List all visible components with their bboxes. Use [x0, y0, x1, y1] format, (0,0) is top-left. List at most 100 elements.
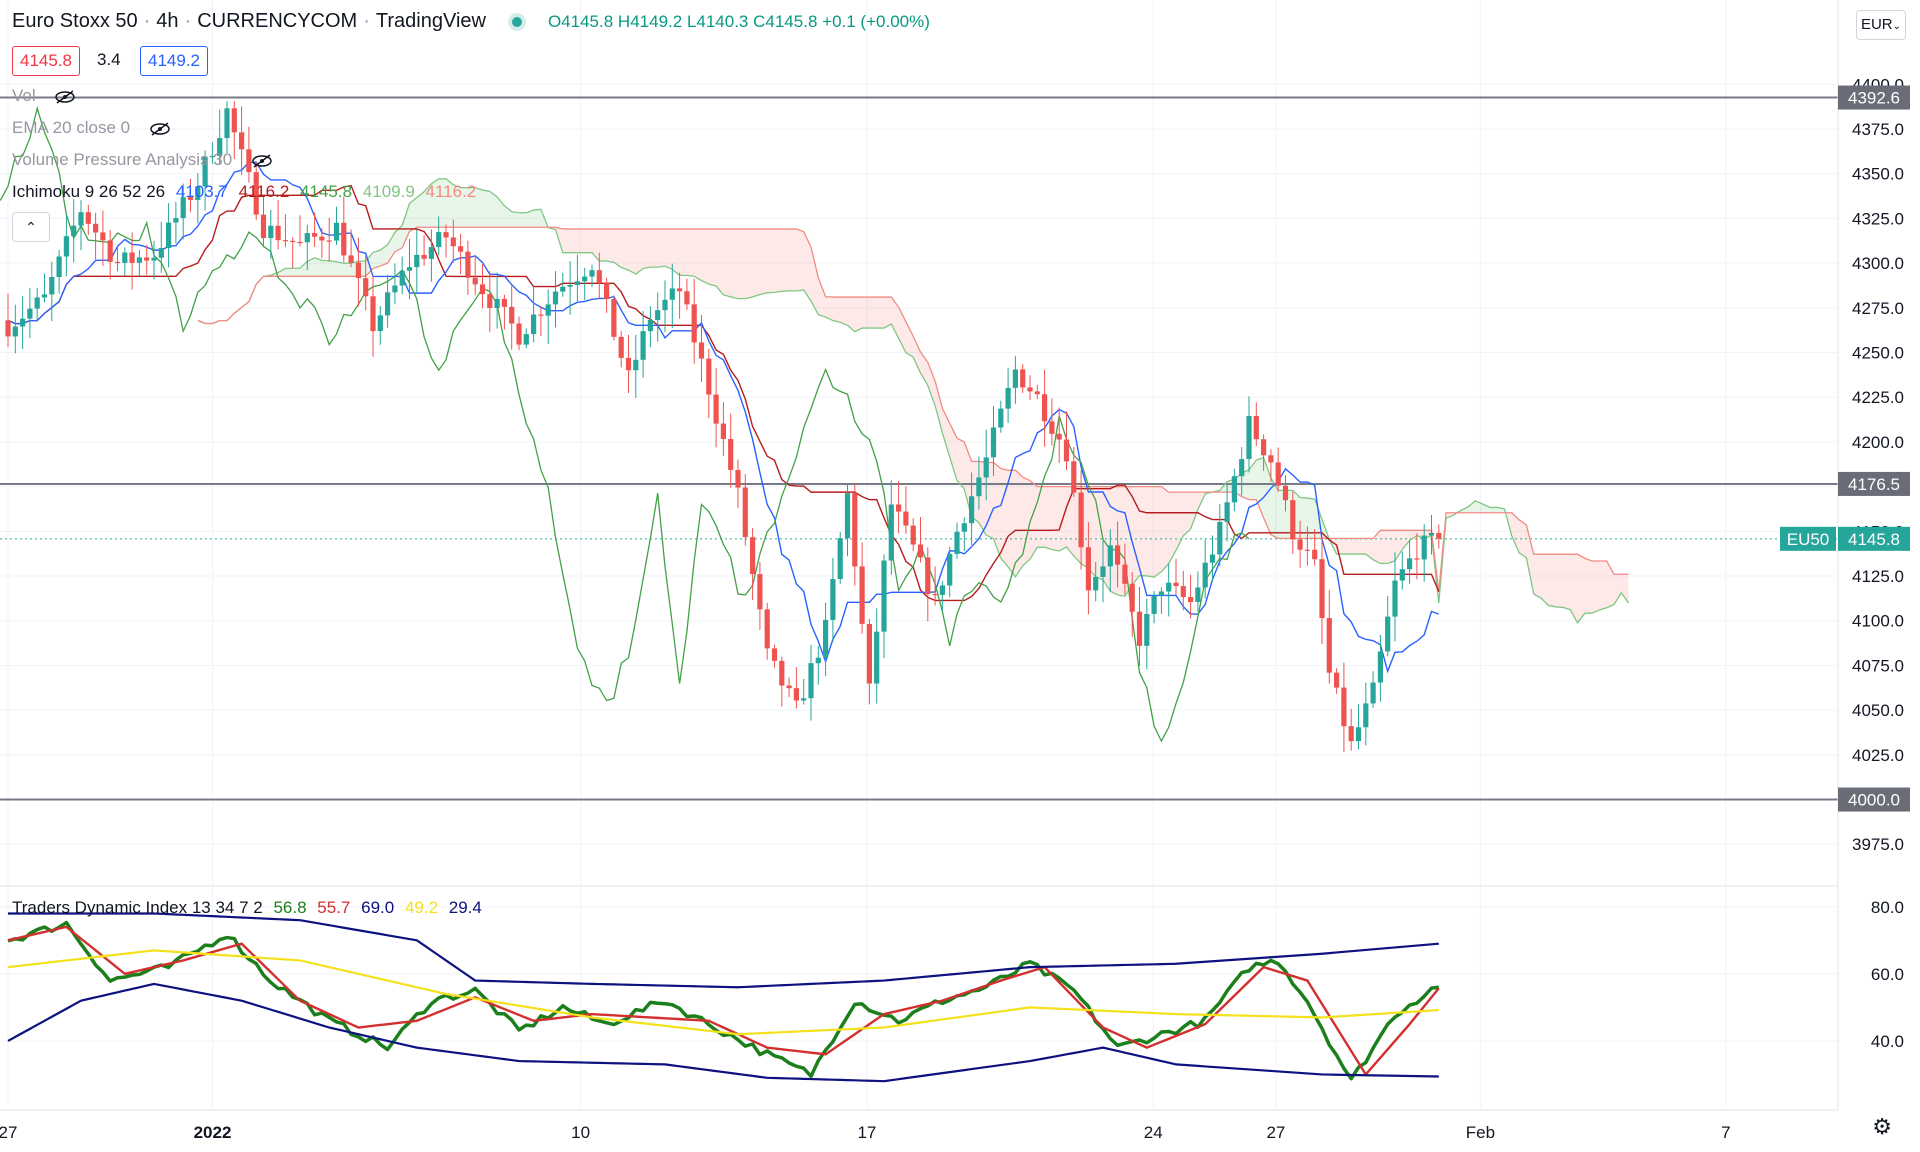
tdi-pane: [7, 912, 1440, 1083]
candle-body: [1129, 583, 1135, 612]
interval[interactable]: 4h: [156, 10, 178, 33]
price-tick-label: 4225.0: [1852, 388, 1904, 407]
candle-body: [63, 236, 69, 257]
price-tick-label: 4250.0: [1852, 344, 1904, 363]
sell-price-box[interactable]: 4145.8: [12, 46, 80, 76]
candle-body: [655, 310, 661, 321]
grid: [0, 0, 1838, 1108]
candle-body: [531, 314, 537, 335]
candle-body: [771, 648, 778, 661]
legend-vol[interactable]: Vol: [12, 86, 76, 106]
candle-body: [1063, 439, 1070, 462]
cloud-segment: [329, 260, 337, 277]
candle-body: [1217, 521, 1223, 555]
collapse-legend-button[interactable]: ⌃: [12, 212, 50, 242]
price-tick-label: 4050.0: [1852, 701, 1904, 720]
ohlc-readout: O4145.8 H4149.2 L4140.3 C4145.8 +0.1 (+0…: [548, 12, 930, 32]
candle-body: [1385, 616, 1391, 652]
horizontal-levels[interactable]: [0, 96, 1838, 801]
candle-body: [1042, 394, 1048, 422]
tdi-value-rsi: 56.8: [273, 898, 307, 917]
cloud-segment: [336, 261, 344, 277]
candle-body: [129, 252, 135, 263]
candle-body: [224, 108, 230, 139]
candle-body: [501, 298, 507, 307]
cloud-segment: [1548, 554, 1556, 607]
candle-body: [808, 663, 814, 699]
cloud-segment: [599, 228, 607, 262]
cloud-segment: [1592, 560, 1600, 614]
legend-ema-label: EMA 20 close 0: [12, 118, 131, 137]
candle-body: [1100, 566, 1106, 577]
candle-body: [728, 439, 734, 470]
price-tick-label: 4075.0: [1852, 656, 1904, 675]
cloud-segment: [1139, 486, 1147, 576]
buy-price-box[interactable]: 4149.2: [140, 46, 208, 76]
gear-icon[interactable]: ⚙: [1872, 1114, 1892, 1140]
legend-vpa[interactable]: Volume Pressure Analysis 30: [12, 150, 273, 170]
legend-ichimoku[interactable]: Ichimoku 9 26 52 26 4103.7 4116.2 4145.8…: [12, 182, 482, 202]
currency-label: EUR: [1860, 16, 1893, 33]
cloud-segment: [862, 297, 870, 329]
candle-body: [1144, 613, 1150, 646]
indicator-lines: [0, 105, 1630, 743]
cloud-segment: [1037, 486, 1045, 548]
candle-body: [1239, 459, 1245, 477]
senkou-span-a: [197, 178, 1630, 624]
legend-ema[interactable]: EMA 20 close 0: [12, 118, 171, 138]
candle-body: [436, 232, 442, 248]
cloud-segment: [1146, 486, 1155, 578]
ichimoku-value-senkou-a: 4109.9: [362, 182, 415, 201]
candle-body: [1231, 476, 1237, 503]
symbol-name[interactable]: Euro Stoxx 50: [12, 10, 138, 33]
chevron-up-icon: ⌃: [25, 219, 37, 235]
cloud-segment: [1110, 486, 1118, 595]
candle-body: [385, 292, 391, 316]
candle-body: [107, 240, 113, 262]
cloud-segment: [1387, 530, 1395, 564]
time-tick-label: 7: [1721, 1123, 1730, 1142]
cloud-segment: [511, 211, 519, 228]
cloud-segment: [292, 268, 300, 277]
price-tick-label: 3975.0: [1852, 835, 1904, 854]
cloud-segment: [1533, 554, 1541, 599]
candle-body: [1122, 564, 1128, 584]
candle-body: [1275, 462, 1281, 486]
candle-body: [297, 241, 303, 244]
level-price-tag-label: 4392.6: [1848, 89, 1900, 108]
cloud-segment: [1008, 470, 1016, 577]
price-tick-label: 4300.0: [1852, 254, 1904, 273]
candle-body: [735, 469, 741, 488]
candle-body: [786, 685, 792, 689]
candle-body: [12, 326, 18, 337]
cloud-segment: [913, 336, 921, 373]
candle-body: [239, 132, 245, 150]
candle-body: [428, 247, 434, 259]
eye-slash-icon[interactable]: [149, 121, 171, 136]
candle-body: [1005, 387, 1011, 409]
candle-body: [85, 212, 91, 224]
candle-body: [618, 336, 624, 358]
legend-tdi[interactable]: Traders Dynamic Index 13 34 7 2 56.8 55.…: [12, 898, 488, 918]
candle-body: [1377, 651, 1383, 683]
candle-body: [414, 254, 420, 268]
ohlc-close: C4145.8: [753, 11, 818, 31]
eye-slash-icon[interactable]: [54, 89, 76, 104]
ohlc-open: O4145.8: [547, 11, 614, 31]
cloud-segment: [650, 228, 658, 268]
cloud-segment: [1358, 538, 1366, 555]
chart-header: Euro Stoxx 50 · 4h · CURRENCYCOM · Tradi…: [12, 10, 930, 33]
cloud-segment: [818, 277, 826, 318]
candle-body: [874, 631, 880, 684]
spread-value: 3.4: [97, 50, 121, 69]
ichimoku-value-senkou-b: 4116.2: [425, 182, 477, 201]
cloud-segment: [373, 250, 381, 269]
candle-body: [983, 457, 989, 478]
candle-body: [20, 318, 26, 327]
candle-body: [896, 504, 902, 512]
eye-slash-icon[interactable]: [251, 153, 273, 168]
currency-select[interactable]: EUR⌄: [1856, 10, 1906, 40]
chart-canvas[interactable]: 3975.0 4000.0 4025.0 4050.0 4075.0 4100.0 4125…: [0, 0, 1920, 1152]
candle-body: [1071, 461, 1077, 493]
cloud-segment: [723, 228, 731, 297]
